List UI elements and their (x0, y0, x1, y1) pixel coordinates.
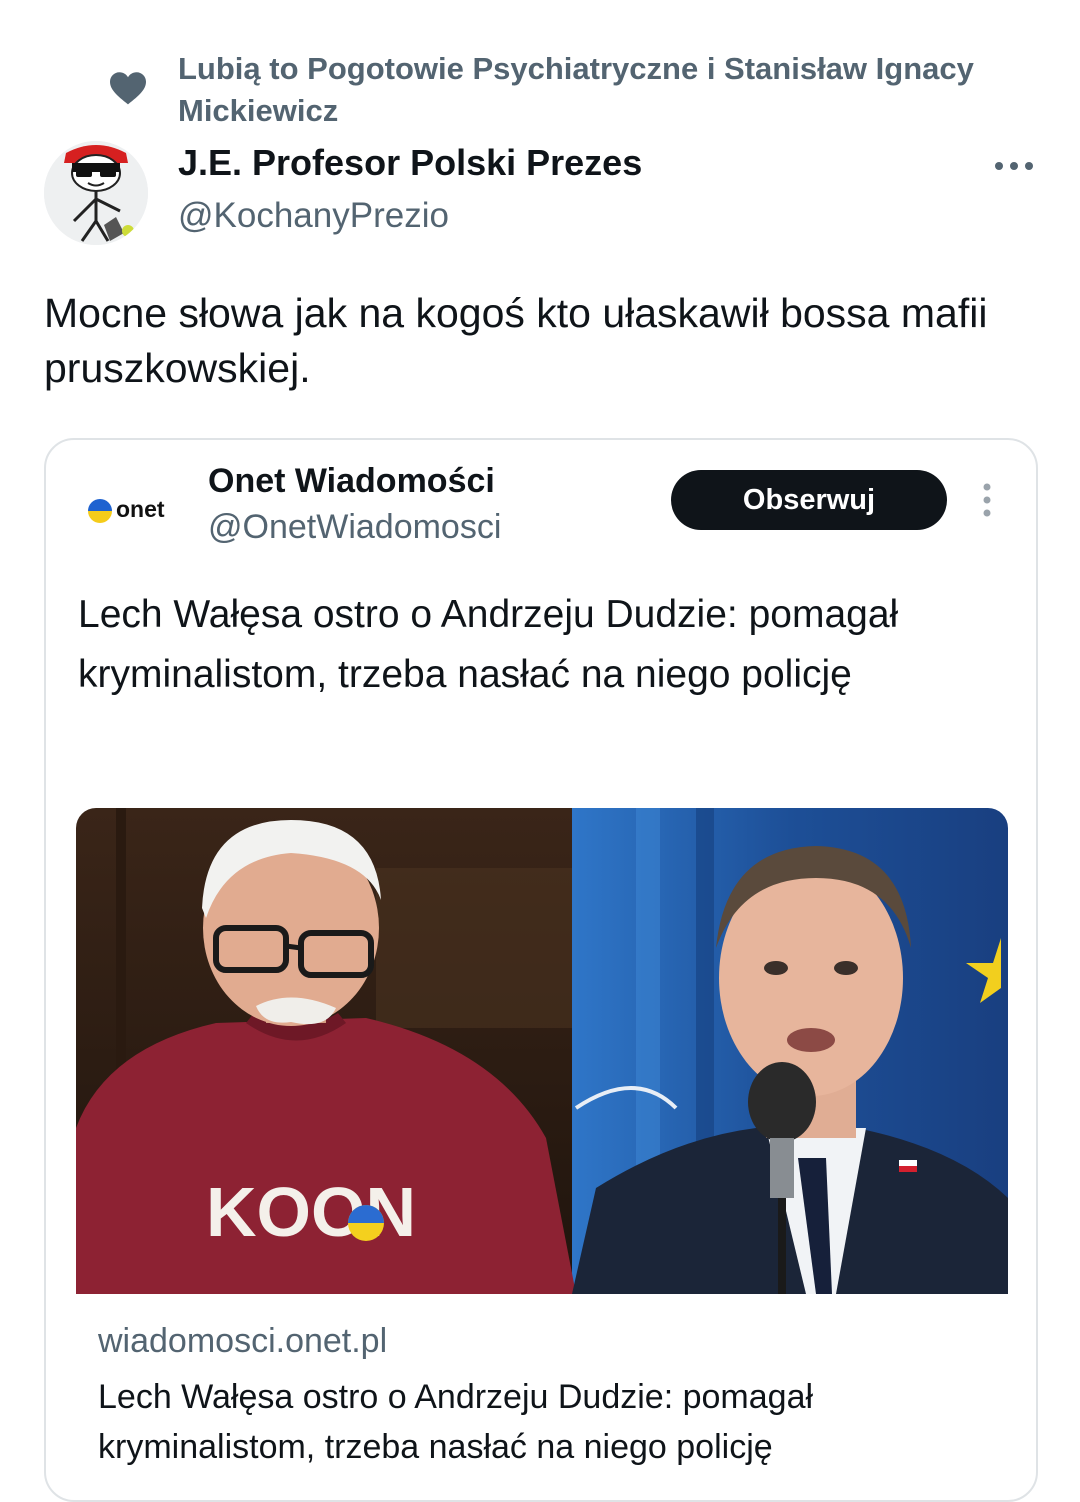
sweater-text: KOON (206, 1173, 416, 1251)
quoted-text: Lech Wałęsa ostro o Andrzeju Dudzie: pom… (78, 593, 899, 696)
more-horizontal-icon[interactable] (990, 150, 1040, 180)
onet-logo-icon (88, 499, 112, 523)
link-title[interactable]: Lech Wałęsa ostro o Andrzeju Dudzie: pom… (98, 1372, 978, 1472)
article-photo: KOON (76, 808, 1008, 1294)
quoted-tweet-card[interactable]: onet Onet Wiadomości @OnetWiadomosci Obs… (44, 438, 1038, 1502)
social-context: Lubią to Pogotowie Psychiatryczne i Stan… (0, 48, 1080, 138)
author-handle[interactable]: @KochanyPrezio (178, 196, 449, 236)
link-domain[interactable]: wiadomosci.onet.pl (98, 1322, 387, 1361)
author-avatar[interactable] (44, 141, 148, 245)
avatar-illustration (44, 141, 148, 245)
heart-icon (110, 72, 146, 105)
author-display-name[interactable]: J.E. Profesor Polski Prezes (178, 142, 642, 184)
liked-by-text[interactable]: Lubią to Pogotowie Psychiatryczne i Stan… (178, 48, 1048, 132)
article-image[interactable]: KOON (76, 808, 1008, 1294)
quoted-display-name[interactable]: Onet Wiadomości (208, 462, 495, 501)
onet-logo-text: onet (116, 496, 165, 522)
quoted-avatar[interactable]: onet (88, 496, 178, 526)
quoted-handle[interactable]: @OnetWiadomosci (208, 508, 501, 547)
tweet-text: Mocne słowa jak na kogoś kto ułaskawił b… (44, 290, 988, 391)
follow-button[interactable]: Obserwuj (671, 470, 947, 530)
more-vertical-icon[interactable] (981, 482, 993, 518)
